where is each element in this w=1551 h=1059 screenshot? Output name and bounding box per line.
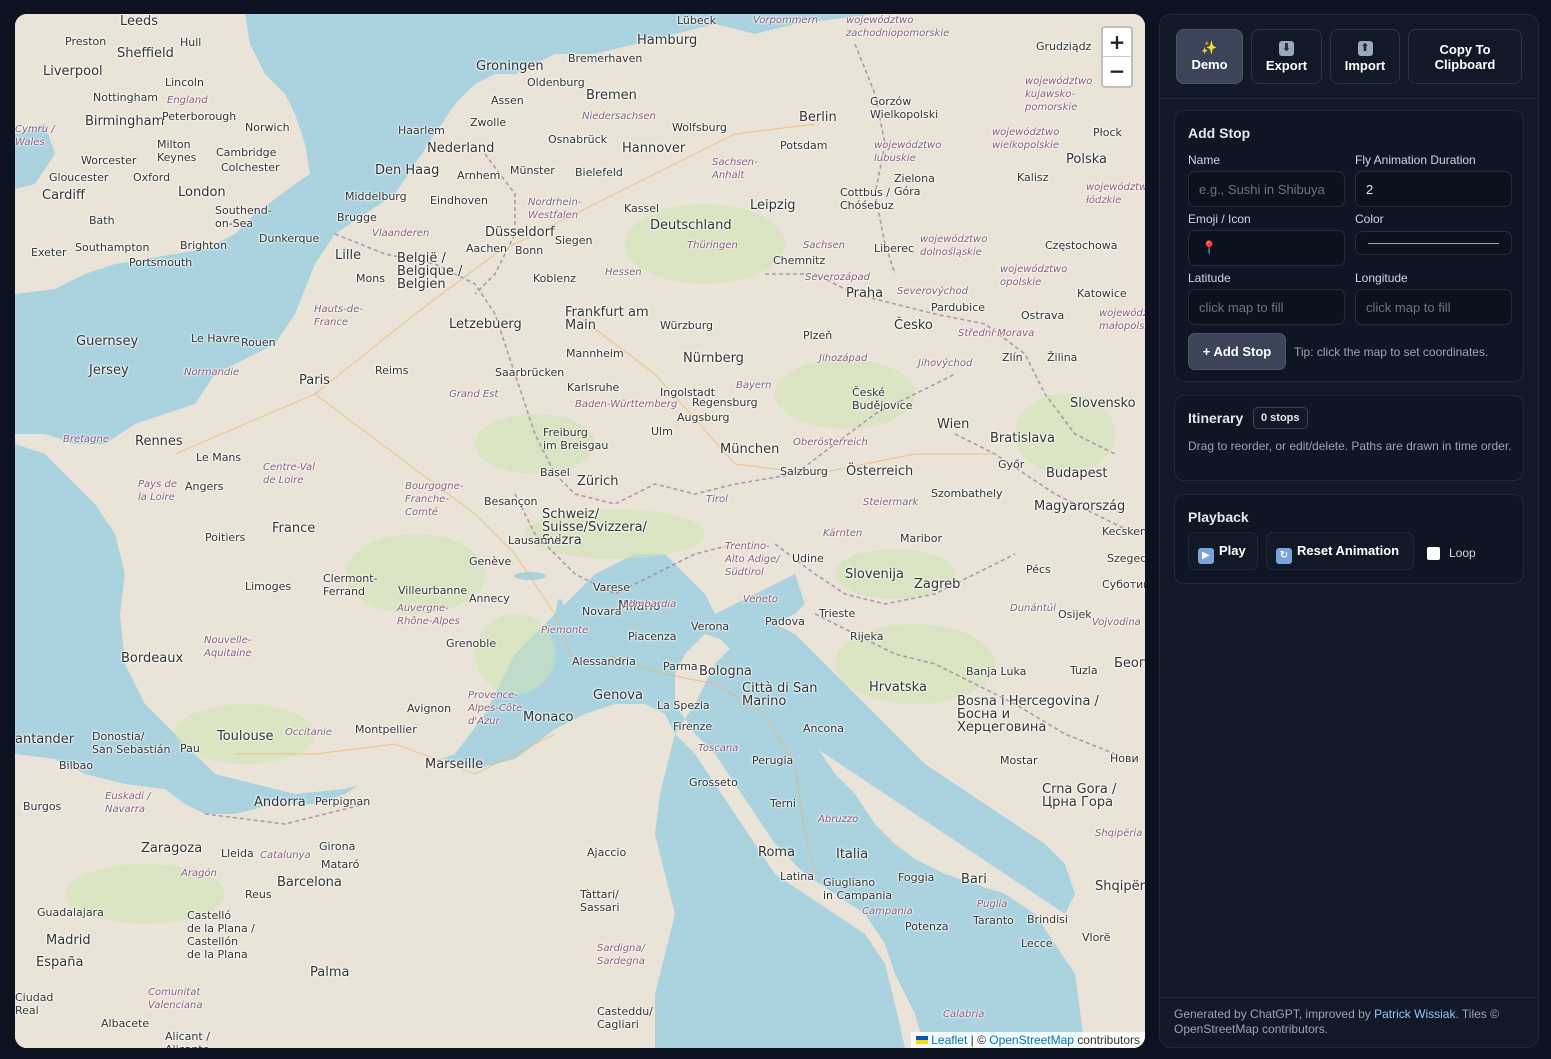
add-stop-title: Add Stop (1188, 125, 1251, 141)
color-label: Color (1355, 212, 1384, 226)
loop-label: Loop (1449, 546, 1476, 560)
copy-label-line2: Clipboard (1434, 56, 1496, 72)
playback-card: Playback ▶ Play ↻ Reset Animation Loop (1174, 494, 1524, 584)
author-link[interactable]: Patrick Wissiak (1374, 1007, 1455, 1021)
footer: Generated by ChatGPT, improved by Patric… (1174, 1007, 1529, 1037)
refresh-icon: ↻ (1276, 548, 1292, 564)
map-attribution: Leaflet | © OpenStreetMap contributors (911, 1032, 1145, 1048)
copy-label-line1: Copy To (1439, 41, 1491, 57)
duration-input[interactable] (1355, 171, 1512, 207)
export-label: Export (1265, 57, 1308, 73)
import-button[interactable]: ⬆ Import (1330, 29, 1400, 84)
toolbar: ✨ Demo ⬇ Export ⬆ Import Copy To Clipboa… (1160, 15, 1538, 99)
color-picker[interactable] (1355, 231, 1512, 255)
demo-button[interactable]: ✨ Demo (1176, 29, 1243, 84)
sidebar: ✨ Demo ⬇ Export ⬆ Import Copy To Clipboa… (1159, 14, 1539, 1048)
attribution-contributors: contributors (1073, 1033, 1140, 1047)
name-input[interactable] (1188, 171, 1345, 207)
play-icon: ▶ (1198, 548, 1214, 564)
download-icon: ⬇ (1279, 40, 1294, 56)
attribution-separator: | © (967, 1033, 990, 1047)
itinerary-description: Drag to reorder, or edit/delete. Paths a… (1188, 439, 1512, 453)
latitude-input[interactable] (1188, 289, 1345, 325)
latitude-label: Latitude (1188, 271, 1231, 285)
copy-to-clipboard-button[interactable]: Copy To Clipboard (1408, 29, 1522, 84)
import-label: Import (1344, 57, 1386, 73)
loop-checkbox[interactable] (1427, 546, 1440, 560)
export-button[interactable]: ⬇ Export (1251, 29, 1322, 84)
name-label: Name (1188, 153, 1221, 167)
ukraine-flag-icon (916, 1036, 929, 1044)
leaflet-link[interactable]: Leaflet (931, 1033, 967, 1047)
add-stop-button[interactable]: + Add Stop (1188, 333, 1286, 370)
emoji-input[interactable]: 📍 (1188, 230, 1345, 266)
sparkles-icon: ✨ (1201, 40, 1218, 55)
upload-icon: ⬆ (1357, 40, 1373, 56)
stops-count-badge: 0 stops (1253, 407, 1308, 429)
zoom-control: + − (1101, 26, 1133, 88)
zoom-out-button[interactable]: − (1103, 57, 1131, 86)
footer-divider (1160, 997, 1538, 998)
play-label: Play (1219, 543, 1246, 558)
itinerary-card: Itinerary 0 stops Drag to reorder, or ed… (1174, 395, 1524, 481)
map[interactable]: Leeds Hull Preston Sheffield Liverpool L… (15, 14, 1145, 1048)
footer-prefix: Generated by ChatGPT, improved by (1174, 1007, 1375, 1021)
add-stop-card: Add Stop Name Fly Animation Duration Emo… (1174, 110, 1524, 382)
reset-label: Reset Animation (1297, 543, 1400, 558)
pin-icon: 📍 (1201, 240, 1218, 255)
longitude-label: Longitude (1355, 271, 1408, 285)
reset-animation-button[interactable]: ↻ Reset Animation (1266, 532, 1414, 570)
emoji-label: Emoji / Icon (1188, 212, 1251, 226)
playback-title: Playback (1188, 509, 1249, 525)
osm-link[interactable]: OpenStreetMap (989, 1033, 1074, 1047)
itinerary-title: Itinerary (1188, 410, 1244, 426)
loop-toggle[interactable]: Loop (1427, 546, 1476, 560)
demo-label: Demo (1191, 57, 1228, 72)
duration-label: Fly Animation Duration (1355, 153, 1476, 167)
zoom-in-button[interactable]: + (1103, 28, 1131, 57)
tip-text: Tip: click the map to set coordinates. (1294, 345, 1489, 359)
play-button[interactable]: ▶ Play (1188, 532, 1258, 570)
longitude-input[interactable] (1355, 289, 1512, 325)
